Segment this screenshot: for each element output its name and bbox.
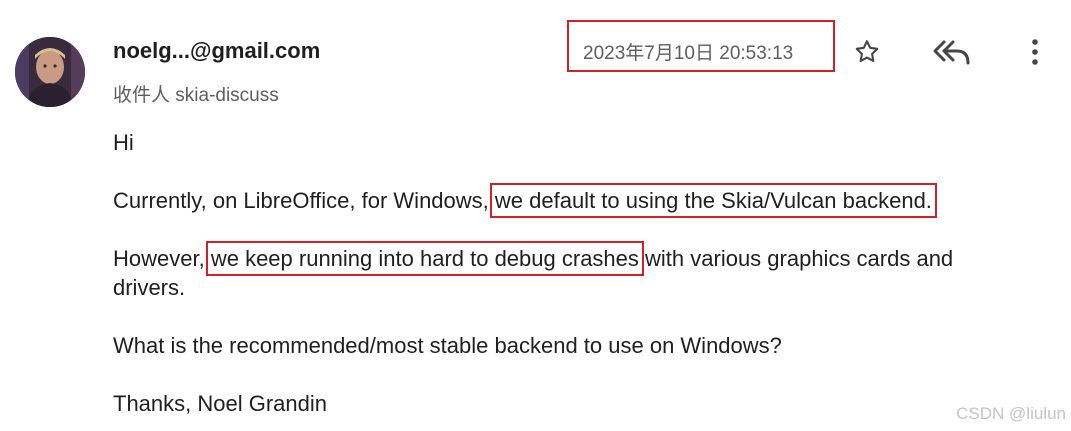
body-paragraph-2: However, we keep running into hard to de…	[113, 241, 954, 276]
body-paragraph-1: Currently, on LibreOffice, for Windows, …	[113, 183, 937, 218]
star-icon	[855, 40, 879, 63]
paragraph-2-prefix: However,	[113, 246, 211, 271]
greeting-line: Hi	[113, 130, 134, 155]
paragraph-1-prefix: Currently, on LibreOffice, for Windows,	[113, 188, 495, 213]
avatar[interactable]	[15, 37, 85, 107]
more-options-button[interactable]	[1018, 35, 1052, 69]
watermark: CSDN @liulun	[956, 404, 1066, 423]
signoff-line: Thanks, Noel Grandin	[113, 391, 327, 416]
email-datetime: 2023年7月10日 20:53:13	[583, 43, 794, 64]
reply-all-icon	[933, 40, 970, 65]
paragraph-2-suffix: with various graphics cards and	[638, 246, 954, 271]
sender-email: noelg...@gmail.com	[113, 38, 321, 63]
avatar-image	[15, 37, 85, 107]
reply-all-button[interactable]	[932, 35, 972, 69]
body-paragraph-3: What is the recommended/most stable back…	[113, 333, 782, 358]
recipient-line: 收件人 skia-discuss	[113, 85, 279, 106]
highlighted-skia-vulcan-default: we default to using the Skia/Vulcan back…	[489, 183, 937, 218]
body-paragraph-2-line-2: drivers.	[113, 275, 186, 300]
star-button[interactable]	[850, 35, 884, 69]
highlighted-crashes: we keep running into hard to debug crash…	[205, 241, 644, 276]
more-vertical-icon	[1032, 39, 1038, 65]
